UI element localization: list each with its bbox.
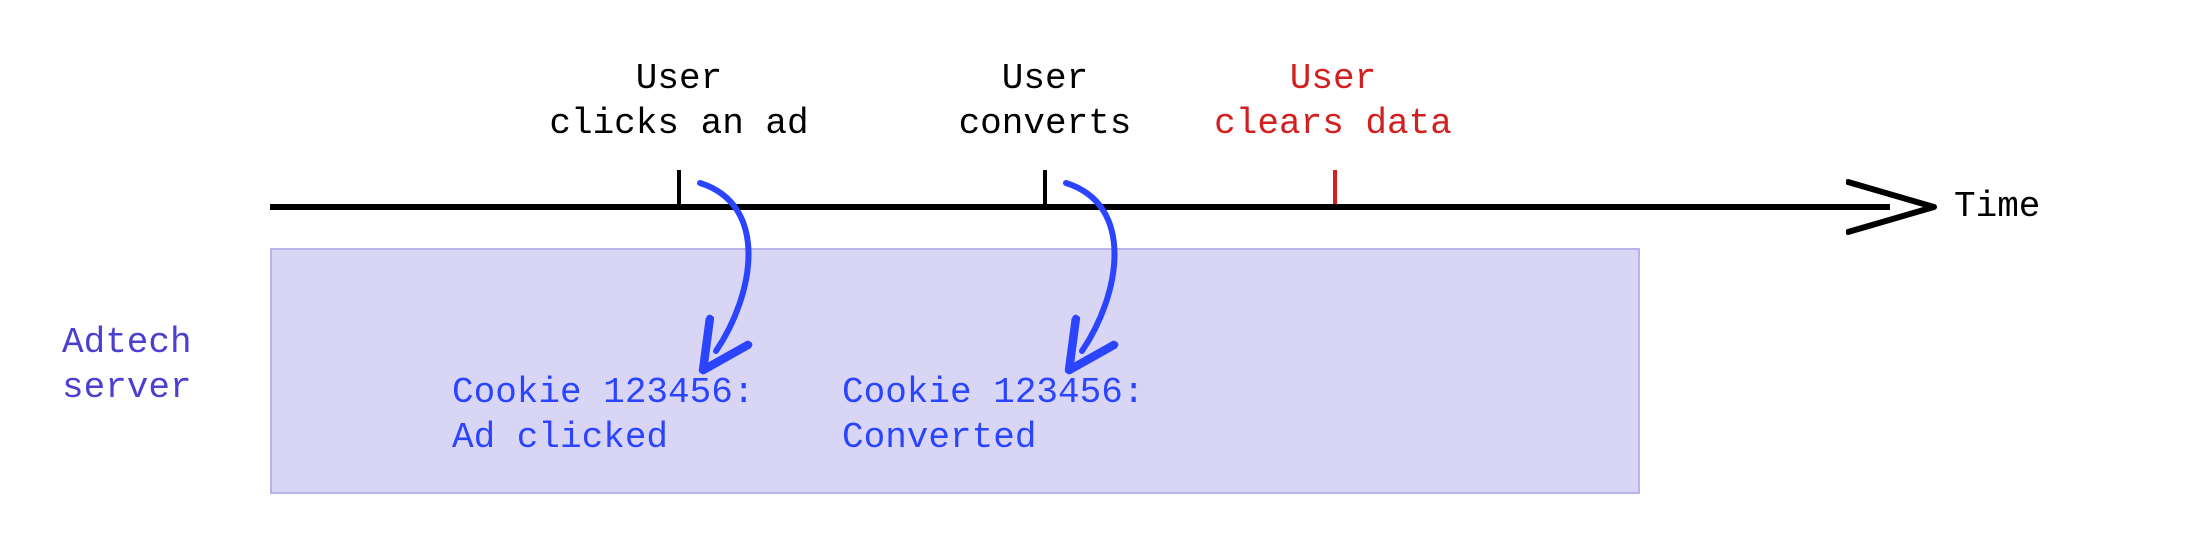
server-entry-click: Cookie 123456: Ad clicked	[452, 370, 754, 460]
axis-label-time: Time	[1954, 184, 2040, 229]
arrow-convert-to-server-icon	[1046, 175, 1166, 365]
event-label-convert: User converts	[955, 56, 1135, 146]
timeline-arrowhead-icon	[1846, 178, 1938, 236]
tick-clear	[1333, 170, 1337, 204]
adtech-server-label: Adtech server	[62, 320, 192, 410]
diagram-stage: User clicks an ad User converts User cle…	[0, 0, 2188, 534]
server-entry-convert: Cookie 123456: Converted	[842, 370, 1144, 460]
arrow-click-to-server-icon	[680, 175, 800, 365]
event-label-clear: User clears data	[1208, 56, 1458, 146]
event-label-click: User clicks an ad	[534, 56, 824, 146]
